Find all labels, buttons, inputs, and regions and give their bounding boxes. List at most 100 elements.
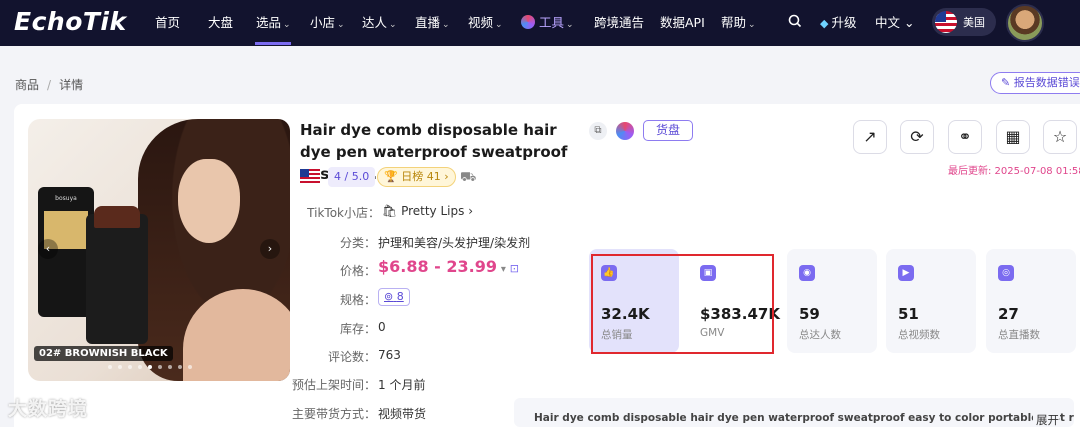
price-value: $6.88 - 23.99 bbox=[378, 257, 497, 276]
nav-item-products[interactable]: 选品 ⌄ bbox=[256, 12, 291, 31]
product-image-carousel[interactable]: bosuya ‹ › 02# BROWNISH BLACK bbox=[28, 119, 290, 381]
link-button[interactable]: ⚭ bbox=[948, 120, 982, 154]
stat-label: 总达人数 bbox=[799, 329, 841, 341]
avatar[interactable] bbox=[1006, 4, 1044, 42]
nav-item-cross-border[interactable]: 跨境通告 bbox=[594, 12, 644, 31]
price-value-group[interactable]: $6.88 - 23.99 ▾ ⊡ bbox=[378, 257, 519, 276]
upgrade-button[interactable]: ◆ 升级 bbox=[820, 12, 856, 31]
carousel-prev-icon[interactable]: ‹ bbox=[38, 239, 58, 259]
carousel-next-icon[interactable]: › bbox=[260, 239, 280, 259]
channel-value: 视频带货 bbox=[378, 407, 427, 421]
category-label: 分类： bbox=[339, 236, 376, 250]
stat-value: 59 bbox=[799, 305, 820, 323]
trophy-icon: 🏆 bbox=[384, 170, 398, 183]
live-icon: ◎ bbox=[998, 265, 1014, 281]
carousel-dots[interactable] bbox=[108, 365, 192, 369]
video-icon: ▶ bbox=[898, 265, 914, 281]
chevron-down-icon: ⌄ bbox=[442, 20, 450, 30]
expand-button[interactable]: 展开 bbox=[1033, 412, 1059, 427]
chevron-down-icon: ⌄ bbox=[748, 20, 756, 30]
nav-label: 帮助 bbox=[721, 15, 747, 30]
nav-label: 达人 bbox=[362, 15, 388, 30]
spec-count: 8 bbox=[396, 290, 404, 303]
nav-label: 小店 bbox=[310, 15, 336, 30]
shop-bag-icon: 🛍 bbox=[382, 204, 398, 218]
nav-item-data-api[interactable]: 数据API bbox=[660, 12, 705, 31]
rating-badge: 4 / 5.0 bbox=[328, 167, 376, 187]
link-icon: ⚭ bbox=[958, 127, 972, 146]
nav-label: 直播 bbox=[415, 15, 441, 30]
chevron-down-icon: ⌄ bbox=[495, 20, 503, 30]
language-select[interactable]: 中文 ⌄ bbox=[875, 12, 914, 31]
breadcrumb-current: 详情 bbox=[59, 78, 84, 92]
reviews-value: 763 bbox=[378, 348, 401, 362]
stock-label: 库存： bbox=[339, 322, 376, 336]
nav-item-videos[interactable]: 视频 ⌄ bbox=[468, 12, 503, 31]
star-icon: ☆ bbox=[1052, 127, 1068, 146]
external-link-icon: ↗ bbox=[863, 127, 877, 146]
chevron-down-icon: ⌄ bbox=[337, 20, 345, 30]
language-label: 中文 bbox=[875, 15, 901, 30]
nav-active-indicator bbox=[255, 42, 291, 45]
shop-link[interactable]: 🛍 Pretty Lips › bbox=[382, 204, 473, 218]
stat-value: 51 bbox=[898, 305, 919, 323]
open-external-button[interactable]: ↗ bbox=[853, 120, 887, 154]
nav-item-market[interactable]: 大盘 bbox=[208, 12, 233, 31]
tools-icon bbox=[521, 15, 535, 29]
chevron-right-icon: › bbox=[444, 170, 449, 183]
nav-item-shops[interactable]: 小店 ⌄ bbox=[310, 12, 345, 31]
nav-item-help[interactable]: 帮助 ⌄ bbox=[721, 12, 756, 31]
listed-label: 预估上架时间： bbox=[291, 378, 376, 392]
nav-label: 视频 bbox=[468, 15, 494, 30]
shop-label: TikTok小店： bbox=[307, 206, 380, 220]
analysis-icon[interactable] bbox=[616, 122, 634, 140]
supply-button[interactable]: 货盘 bbox=[643, 120, 693, 141]
copy-icon[interactable]: ⧉ bbox=[589, 122, 607, 140]
stat-total-lives: ◎ 27 总直播数 bbox=[986, 249, 1076, 353]
nav-label: 首页 bbox=[155, 15, 181, 30]
spec-count-chip[interactable]: ⊚ 8 bbox=[378, 288, 410, 306]
model-face bbox=[178, 159, 240, 243]
region-label: 美国 bbox=[963, 16, 985, 29]
stat-total-creators: ◉ 59 总达人数 bbox=[787, 249, 877, 353]
breadcrumb: 商品 / 详情 bbox=[15, 78, 84, 92]
favorite-button[interactable]: ☆ bbox=[1043, 120, 1077, 154]
nav-label: 工具 bbox=[539, 15, 565, 30]
watermark: 大数跨境 bbox=[8, 398, 89, 420]
product-variant-tag: 02# BROWNISH BLACK bbox=[34, 346, 173, 361]
nav-item-creators[interactable]: 达人 ⌄ bbox=[362, 12, 397, 31]
chevron-down-icon: ▾ bbox=[500, 264, 506, 275]
breadcrumb-root[interactable]: 商品 bbox=[15, 78, 39, 92]
medal-icon: ◉ bbox=[799, 265, 815, 281]
diamond-icon: ◆ bbox=[820, 17, 829, 30]
stock-value: 0 bbox=[378, 320, 386, 334]
price-label: 价格： bbox=[339, 264, 376, 278]
nav-item-home[interactable]: 首页 bbox=[155, 12, 180, 31]
stat-total-videos: ▶ 51 总视频数 bbox=[886, 249, 976, 353]
top-nav-bar: EchoTik 首页 大盘 选品 ⌄ 小店 ⌄ 达人 ⌄ 直播 ⌄ 视频 ⌄ 工具 ⌄ 跨境… bbox=[0, 0, 1080, 46]
stat-value: 27 bbox=[998, 305, 1019, 323]
daily-rank-badge[interactable]: 🏆 日榜 41 › bbox=[377, 167, 456, 187]
search-icon[interactable] bbox=[787, 13, 803, 29]
shop-name: Pretty Lips bbox=[401, 204, 465, 218]
chevron-down-icon: ⌄ bbox=[283, 20, 291, 30]
chevron-down-icon: ⌄ bbox=[389, 20, 397, 30]
product-stick-front bbox=[86, 206, 148, 344]
spec-label: 规格： bbox=[339, 293, 376, 307]
region-select[interactable]: 美国 bbox=[932, 8, 996, 36]
qr-code-icon: ▦ bbox=[1005, 127, 1021, 146]
stat-label: 总直播数 bbox=[998, 329, 1040, 341]
tag-icon: ⊚ bbox=[384, 290, 394, 303]
last-updated: 最后更新: 2025-07-08 01:58 bbox=[948, 166, 1080, 177]
report-error-label: 报告数据错误 bbox=[1013, 76, 1080, 89]
listed-value: 1 个月前 bbox=[378, 378, 426, 392]
price-chart-icon[interactable]: ⊡ bbox=[510, 262, 519, 275]
echotik-logo[interactable]: EchoTik bbox=[14, 7, 127, 36]
refresh-button[interactable]: ⟳ bbox=[900, 120, 934, 154]
nav-item-tools[interactable]: 工具 ⌄ bbox=[521, 12, 574, 31]
shipping-icon: ⛟ bbox=[460, 170, 477, 185]
reviews-label: 评论数： bbox=[327, 350, 376, 364]
report-error-button[interactable]: ✎ 报告数据错误 bbox=[990, 72, 1080, 94]
nav-item-live[interactable]: 直播 ⌄ bbox=[415, 12, 450, 31]
qr-code-button[interactable]: ▦ bbox=[996, 120, 1030, 154]
